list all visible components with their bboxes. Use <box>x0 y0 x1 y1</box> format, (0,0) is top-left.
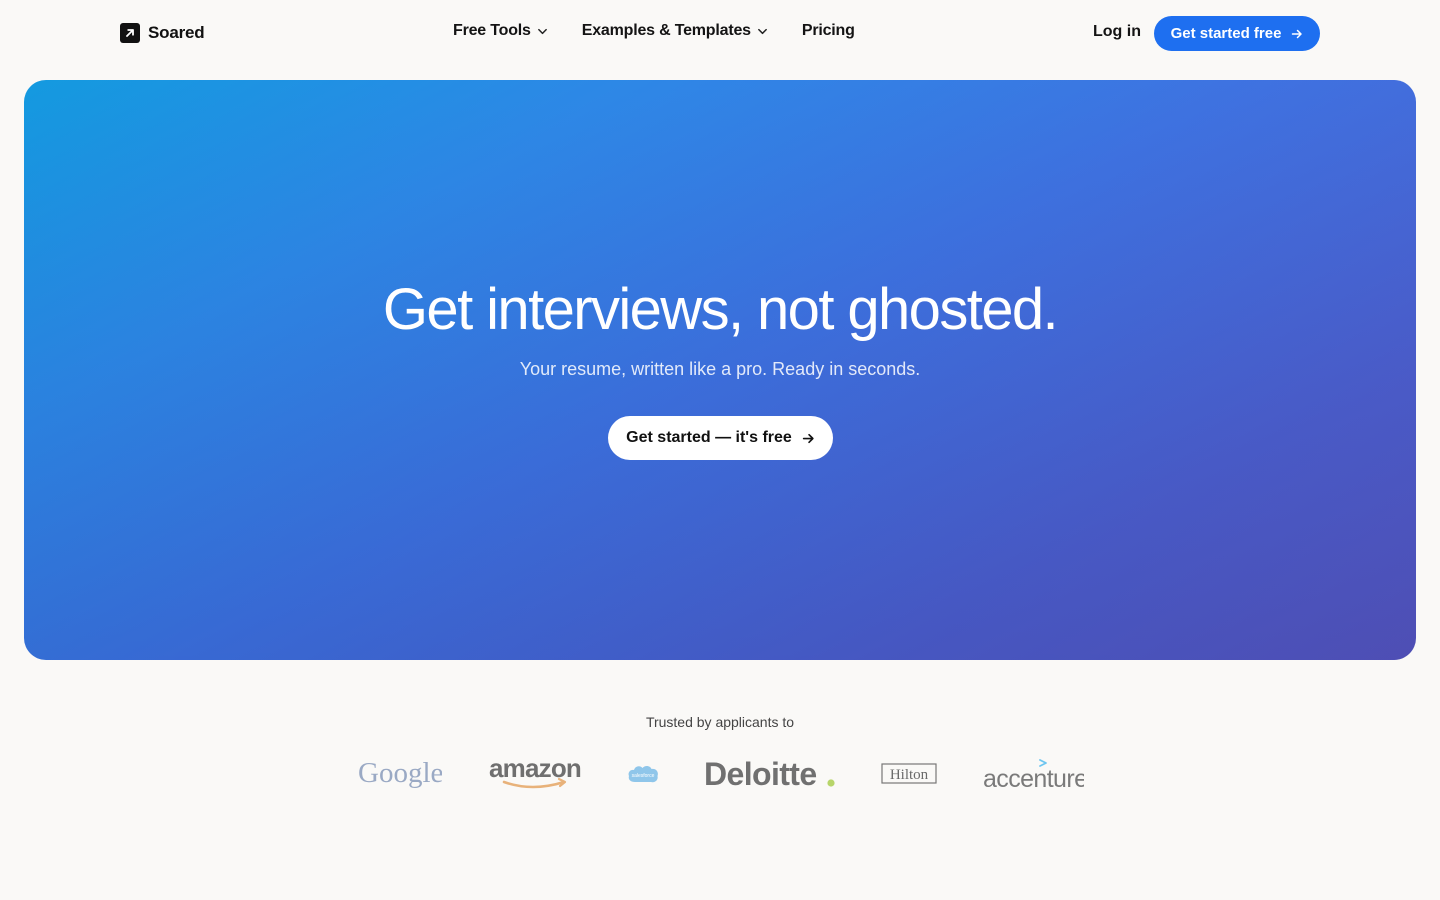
chevron-down-icon <box>757 28 767 34</box>
deloitte-logo: Deloitte <box>704 754 838 794</box>
menu-free-tools-label: Free Tools <box>453 22 531 39</box>
trusted-label: Trusted by applicants to <box>645 714 795 730</box>
hero-get-started-label: Get started — it's free <box>626 429 792 446</box>
salesforce-logo-text: salesforce <box>632 773 655 779</box>
amazon-logo-text: amazon <box>489 753 581 783</box>
brand-name: Soared <box>148 23 205 42</box>
company-logos: Google amazon salesforce Deloitte Hilton <box>0 748 1440 800</box>
menu-free-tools[interactable]: Free Tools <box>453 22 548 40</box>
menu-examples-templates-label: Examples & Templates <box>581 22 751 39</box>
arrow-right-icon <box>1292 29 1303 38</box>
chevron-down-icon <box>537 28 547 34</box>
hero-subtitle: Your resume, written like a pro. Ready i… <box>519 359 921 379</box>
hero-get-started-button[interactable]: Get started — it's free <box>608 416 833 460</box>
hero-title: Get interviews, not ghosted. <box>382 277 1059 342</box>
hilton-logo: Hilton <box>881 763 937 785</box>
arrow-right-icon <box>802 433 814 443</box>
menu-pricing[interactable]: Pricing <box>802 22 855 40</box>
menu-examples-templates[interactable]: Examples & Templates <box>582 22 768 40</box>
hero-banner: Get interviews, not ghosted. Your resume… <box>24 80 1416 660</box>
accenture-logo-text: accenture <box>983 765 1084 793</box>
brand-logo[interactable]: Soared <box>120 23 205 43</box>
accenture-logo: accenture <box>982 756 1088 796</box>
google-logo: Google <box>358 754 443 794</box>
get-started-free-label: Get started free <box>1170 25 1282 42</box>
hilton-logo-text: Hilton <box>890 767 929 783</box>
salesforce-logo: salesforce <box>627 762 659 786</box>
get-started-free-button[interactable]: Get started free <box>1154 16 1320 51</box>
arrow-up-right-icon <box>120 23 140 43</box>
top-nav: Soared Free Tools Examples & Templates P… <box>0 0 1440 66</box>
main-menu: Free Tools Examples & Templates Pricing <box>453 22 855 40</box>
google-logo-text: Google <box>358 757 442 789</box>
menu-pricing-label: Pricing <box>801 22 855 39</box>
login-link[interactable]: Log in <box>1093 23 1141 41</box>
deloitte-logo-text: Deloitte <box>704 756 817 792</box>
amazon-logo: amazon <box>488 752 582 792</box>
